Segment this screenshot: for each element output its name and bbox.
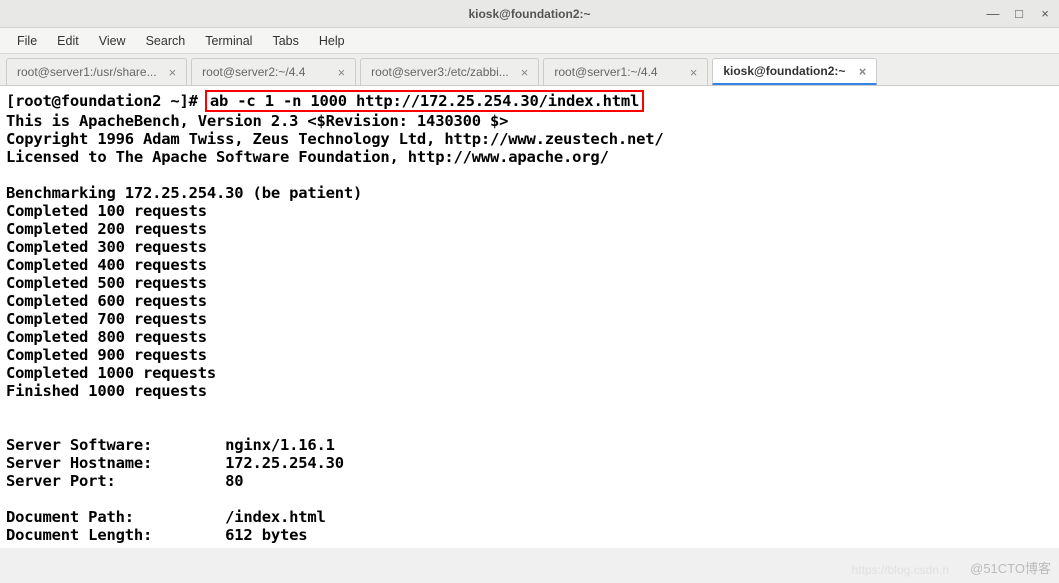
tab-server1-44[interactable]: root@server1:~/4.4 ×: [543, 58, 708, 85]
watermark-51cto: @51CTO博客: [970, 558, 1051, 577]
terminal-line: Completed 100 requests: [6, 202, 207, 220]
close-icon[interactable]: ×: [521, 65, 529, 80]
terminal-line: Completed 1000 requests: [6, 364, 216, 382]
terminal-line: Document Length: 612 bytes: [6, 526, 307, 544]
close-icon[interactable]: ×: [690, 65, 698, 80]
menu-view[interactable]: View: [90, 31, 135, 51]
minimize-button[interactable]: —: [987, 8, 999, 20]
menu-terminal[interactable]: Terminal: [196, 31, 261, 51]
menu-tabs[interactable]: Tabs: [263, 31, 307, 51]
tab-server1-usr[interactable]: root@server1:/usr/share... ×: [6, 58, 187, 85]
menu-edit[interactable]: Edit: [48, 31, 88, 51]
close-button[interactable]: ×: [1039, 8, 1051, 20]
terminal-line: Server Hostname: 172.25.254.30: [6, 454, 344, 472]
tab-kiosk[interactable]: kiosk@foundation2:~ ×: [712, 58, 877, 85]
terminal-output[interactable]: [root@foundation2 ~]# ab -c 1 -n 1000 ht…: [0, 86, 1059, 548]
close-icon[interactable]: ×: [169, 65, 177, 80]
terminal-line: Completed 600 requests: [6, 292, 207, 310]
watermark-csdn: https://blog.csdn.n: [852, 563, 949, 577]
terminal-line: This is ApacheBench, Version 2.3 <$Revis…: [6, 112, 508, 130]
terminal-line: Finished 1000 requests: [6, 382, 207, 400]
tab-label: root@server3:/etc/zabbi...: [371, 65, 509, 79]
close-icon[interactable]: ×: [338, 65, 346, 80]
command-highlight: ab -c 1 -n 1000 http://172.25.254.30/ind…: [205, 90, 644, 112]
menu-help[interactable]: Help: [310, 31, 354, 51]
terminal-line: Licensed to The Apache Software Foundati…: [6, 148, 609, 166]
titlebar: kiosk@foundation2:~ — □ ×: [0, 0, 1059, 28]
terminal-line: Document Path: /index.html: [6, 508, 326, 526]
tab-label: root@server1:~/4.4: [554, 65, 657, 79]
menu-file[interactable]: File: [8, 31, 46, 51]
terminal-line: Completed 700 requests: [6, 310, 207, 328]
terminal-line: Server Port: 80: [6, 472, 243, 490]
close-icon[interactable]: ×: [859, 64, 867, 79]
prompt: [root@foundation2 ~]#: [6, 92, 207, 110]
tab-server3-zabbi[interactable]: root@server3:/etc/zabbi... ×: [360, 58, 539, 85]
terminal-line: Completed 400 requests: [6, 256, 207, 274]
menu-search[interactable]: Search: [137, 31, 195, 51]
terminal-line: Completed 800 requests: [6, 328, 207, 346]
tab-label: root@server1:/usr/share...: [17, 65, 157, 79]
maximize-button[interactable]: □: [1013, 8, 1025, 20]
terminal-line: Completed 900 requests: [6, 346, 207, 364]
tabbar: root@server1:/usr/share... × root@server…: [0, 54, 1059, 86]
terminal-line: Benchmarking 172.25.254.30 (be patient): [6, 184, 362, 202]
window-controls: — □ ×: [987, 8, 1051, 20]
tab-label: root@server2:~/4.4: [202, 65, 305, 79]
terminal-line: Completed 500 requests: [6, 274, 207, 292]
terminal-line: Server Software: nginx/1.16.1: [6, 436, 335, 454]
terminal-line: Copyright 1996 Adam Twiss, Zeus Technolo…: [6, 130, 664, 148]
window-title: kiosk@foundation2:~: [468, 7, 590, 21]
tab-label: kiosk@foundation2:~: [723, 64, 845, 78]
menubar: File Edit View Search Terminal Tabs Help: [0, 28, 1059, 54]
terminal-line: Completed 300 requests: [6, 238, 207, 256]
terminal-line: Completed 200 requests: [6, 220, 207, 238]
tab-server2-44[interactable]: root@server2:~/4.4 ×: [191, 58, 356, 85]
